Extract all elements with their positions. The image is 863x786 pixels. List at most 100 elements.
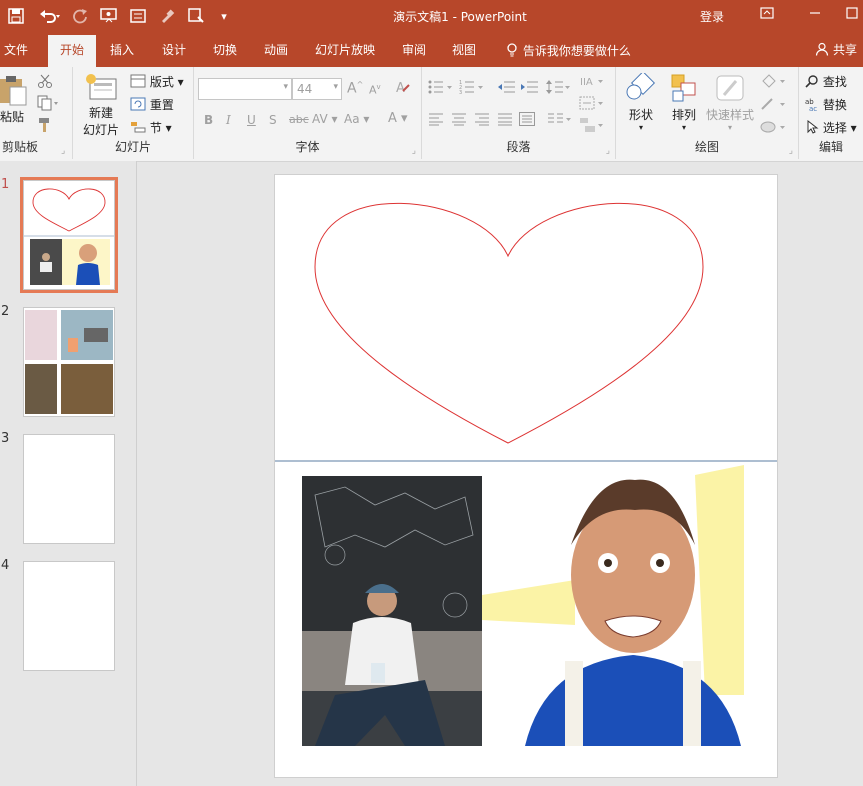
- copy-icon[interactable]: [37, 95, 59, 114]
- font-color-label: A: [388, 111, 397, 126]
- tab-insert[interactable]: 插入: [110, 41, 134, 58]
- replace-label: 替换: [822, 98, 847, 112]
- maximize-icon[interactable]: [840, 6, 863, 26]
- select-button[interactable]: 选择 ▾: [805, 119, 857, 137]
- replace-button[interactable]: ab ac 替换: [805, 96, 847, 114]
- increase-indent-icon[interactable]: [521, 79, 539, 98]
- editing-group: 查找 ab ac 替换 选择 ▾ 编辑: [799, 67, 863, 159]
- shape-effects-icon[interactable]: [760, 119, 788, 138]
- char-spacing-label: AV: [312, 112, 328, 126]
- replace-icon: ab ac: [805, 97, 819, 114]
- line-spacing-icon[interactable]: [546, 79, 572, 98]
- text-direction-icon[interactable]: IIA: [579, 73, 605, 92]
- font-group-label: 字体: [295, 140, 320, 154]
- clear-format-icon[interactable]: A: [395, 79, 411, 98]
- slideshow-start-icon[interactable]: [98, 6, 120, 26]
- slide-canvas[interactable]: [274, 174, 778, 778]
- slides-group-label: 幻灯片: [114, 140, 151, 154]
- numbering-icon[interactable]: 123: [459, 79, 485, 98]
- shrink-font-icon[interactable]: Av: [369, 83, 381, 97]
- layout-icon: [130, 74, 146, 91]
- svg-text:A: A: [396, 81, 405, 95]
- font-size-input[interactable]: 44 ▾: [292, 78, 342, 100]
- undo-icon[interactable]: [36, 6, 64, 26]
- ribbon: 粘贴 剪贴板 ⌟ 新建 幻灯片 版式 ▾ 重置 节 ▾ 幻灯片 ▾ 44 ▾ A…: [0, 67, 863, 162]
- photo-man-on-sofa: [302, 476, 482, 746]
- char-spacing-button[interactable]: AV ▾: [312, 112, 338, 126]
- dialog-launcher-icon[interactable]: ⌟: [412, 146, 416, 156]
- slide-number: 4: [1, 558, 10, 573]
- justify-icon[interactable]: [497, 112, 513, 129]
- chevron-down-icon: ▾: [638, 123, 643, 132]
- layout-button[interactable]: 版式 ▾: [130, 73, 184, 91]
- distributed-icon[interactable]: [519, 112, 535, 129]
- drawing-group: 形状 ▾ 排列 ▾ 快速样式 ▾ 绘图 ⌟: [616, 67, 799, 159]
- align-text-icon[interactable]: [579, 95, 605, 114]
- tab-view[interactable]: 视图: [452, 41, 476, 58]
- underline-button[interactable]: U: [247, 113, 256, 127]
- tab-design[interactable]: 设计: [162, 41, 186, 58]
- quick-styles-button[interactable]: 快速样式 ▾: [704, 73, 756, 132]
- align-center-icon[interactable]: [451, 112, 467, 129]
- redo-icon[interactable]: [70, 6, 90, 26]
- bold-button[interactable]: B: [204, 113, 213, 127]
- change-case-button[interactable]: Aa ▾: [344, 112, 369, 126]
- tell-me-search[interactable]: 告诉我你想要做什么: [505, 42, 631, 60]
- search-icon: [805, 74, 819, 91]
- find-button[interactable]: 查找: [805, 73, 847, 91]
- chevron-down-icon: ▾: [681, 123, 686, 132]
- slide-thumbnail-1[interactable]: [20, 177, 118, 293]
- bullets-icon[interactable]: [428, 79, 454, 98]
- tab-review[interactable]: 审阅: [402, 41, 426, 58]
- font-name-input[interactable]: ▾: [198, 78, 292, 100]
- smartart-icon[interactable]: [579, 117, 605, 136]
- slide-thumbnail-2[interactable]: [23, 307, 115, 417]
- dialog-launcher-icon[interactable]: ⌟: [606, 146, 610, 156]
- columns-icon[interactable]: [547, 112, 573, 129]
- dialog-launcher-icon[interactable]: ⌟: [61, 146, 65, 156]
- format-painter-icon[interactable]: [37, 117, 53, 136]
- arrange-button[interactable]: 排列 ▾: [667, 73, 701, 132]
- font-color-button[interactable]: A ▾: [388, 111, 408, 126]
- align-left-icon[interactable]: [428, 112, 444, 129]
- strikethrough-button[interactable]: abc: [289, 113, 309, 126]
- title-bar: ▾ 演示文稿1 - PowerPoint 登录: [0, 0, 863, 33]
- share-button[interactable]: 共享: [815, 41, 857, 59]
- new-slide-label-1: 新建: [88, 106, 113, 120]
- lightbulb-icon: [505, 43, 519, 60]
- section-button[interactable]: 节 ▾: [130, 119, 172, 137]
- dialog-launcher-icon[interactable]: ⌟: [789, 146, 793, 156]
- slide-thumbnail-3[interactable]: [23, 434, 115, 544]
- font-size-value: 44: [297, 82, 313, 96]
- shape-outline-icon[interactable]: [760, 96, 788, 115]
- new-slide-button[interactable]: 新建 幻灯片: [77, 73, 125, 138]
- save-icon[interactable]: [6, 6, 26, 26]
- reset-label: 重置: [149, 98, 174, 112]
- ribbon-display-icon[interactable]: [755, 6, 779, 26]
- tab-slideshow[interactable]: 幻灯片放映: [315, 41, 375, 58]
- slide-number: 1: [1, 177, 10, 192]
- cut-icon[interactable]: [37, 73, 53, 92]
- tab-transitions[interactable]: 切换: [213, 41, 237, 58]
- login-link[interactable]: 登录: [700, 8, 724, 25]
- format-painter-icon[interactable]: [157, 6, 177, 26]
- shapes-button[interactable]: 形状 ▾: [624, 70, 658, 132]
- decrease-indent-icon[interactable]: [498, 79, 516, 98]
- align-right-icon[interactable]: [474, 112, 490, 129]
- reset-button[interactable]: 重置: [130, 96, 174, 114]
- grow-font-icon[interactable]: A^: [347, 80, 363, 97]
- italic-button[interactable]: I: [226, 113, 231, 127]
- shape-fill-icon[interactable]: [760, 73, 788, 92]
- tab-file[interactable]: 文件: [4, 41, 28, 58]
- tab-home[interactable]: 开始: [48, 35, 97, 67]
- slide-thumbnail-4[interactable]: [23, 561, 115, 671]
- paste-button[interactable]: 粘贴: [0, 73, 30, 125]
- customize-toolbar-icon[interactable]: ▾: [216, 6, 232, 26]
- present-icon[interactable]: [128, 6, 148, 26]
- tab-animations[interactable]: 动画: [264, 41, 288, 58]
- person-icon: [815, 42, 829, 59]
- minimize-icon[interactable]: [803, 6, 827, 26]
- quick-styles-icon: [716, 75, 744, 101]
- touch-mode-icon[interactable]: [186, 6, 206, 26]
- shadow-button[interactable]: S: [269, 113, 277, 127]
